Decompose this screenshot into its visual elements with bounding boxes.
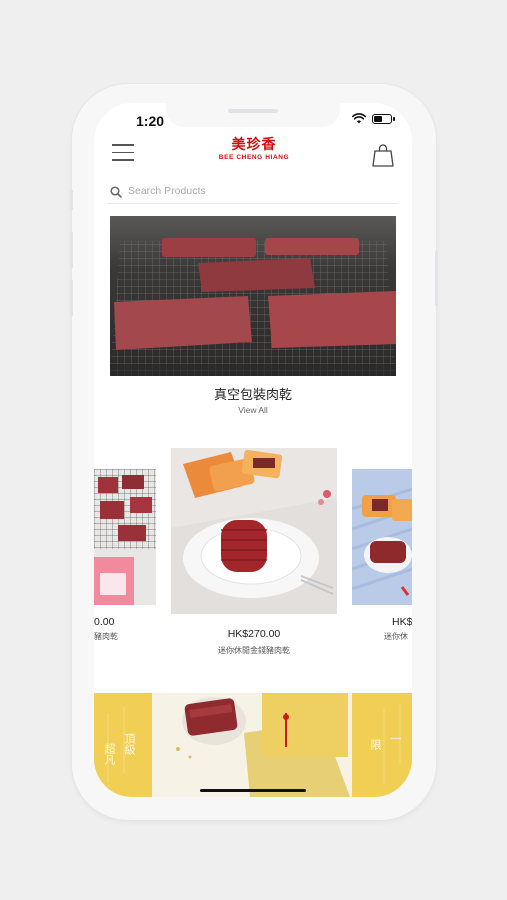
phone-side-button: [70, 190, 73, 210]
app-screen: 1:20 美珍香 BEE CHENG HIANG Search Products…: [94, 103, 412, 797]
product-image-right[interactable]: [352, 469, 412, 605]
product-image-left[interactable]: [94, 469, 156, 605]
product-name-left: 豬肉乾: [94, 632, 118, 641]
product-name-right: 迷你休: [384, 632, 408, 641]
banner-text-left-1: 超凡: [103, 743, 116, 765]
banner-text-right-2: 一: [389, 733, 402, 744]
search-input[interactable]: [128, 185, 388, 197]
phone-power-button: [435, 250, 438, 306]
phone-volume-up: [70, 232, 73, 268]
product-price-center: HK$270.00: [227, 628, 281, 640]
product-name-center: 迷你休閒金錢豬肉乾: [218, 646, 290, 655]
search-bar: [108, 183, 398, 204]
banner-text-left-2: 頂級: [123, 733, 136, 755]
view-all-link[interactable]: View All: [94, 405, 412, 415]
logo-english: BEE CHENG HIANG: [218, 154, 290, 161]
product-price-left: 0.00: [94, 616, 115, 628]
menu-button[interactable]: [112, 144, 134, 162]
notch: [166, 103, 340, 127]
battery-icon: [372, 113, 395, 124]
search-icon: [110, 186, 122, 198]
shopping-bag-icon[interactable]: [372, 143, 394, 167]
product-image-center[interactable]: [171, 448, 337, 614]
promo-banner[interactable]: [94, 693, 412, 797]
home-indicator[interactable]: [200, 789, 306, 792]
wifi-icon: [352, 113, 366, 124]
banner-text-right-1: 限: [369, 739, 382, 750]
product-price-right: HK$: [392, 616, 412, 628]
logo-chinese: 美珍香: [231, 137, 277, 153]
phone-volume-down: [70, 280, 73, 316]
status-icons: [352, 113, 395, 124]
status-time: 1:20: [136, 113, 165, 129]
brand-logo[interactable]: 美珍香 BEE CHENG HIANG: [194, 137, 314, 161]
speaker: [228, 109, 278, 113]
hero-title: 真空包裝肉乾: [213, 388, 292, 403]
hero-image[interactable]: [110, 216, 396, 376]
